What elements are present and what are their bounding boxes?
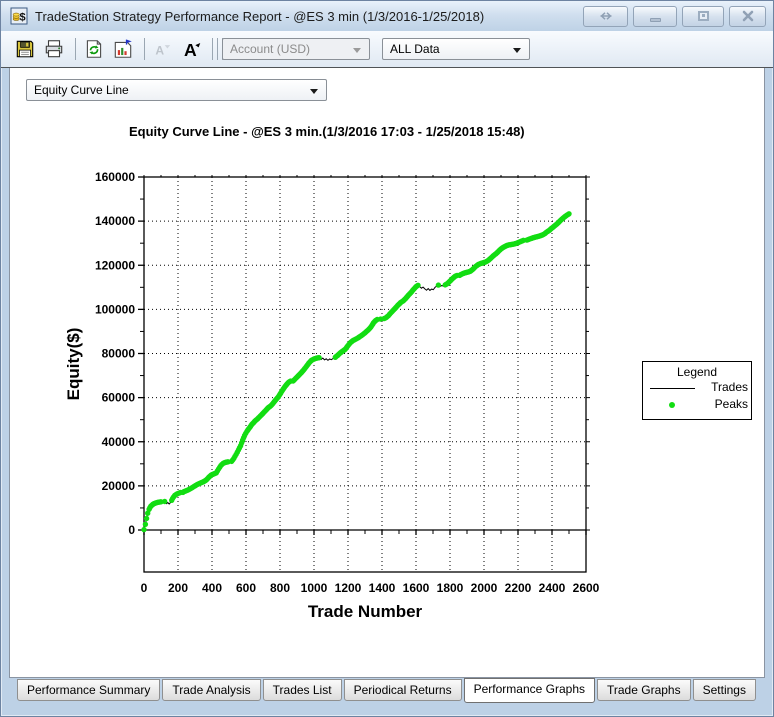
svg-text:2200: 2200 (505, 581, 532, 595)
tradestation-performance-report-window: $ TradeStation Strategy Performance Repo… (0, 0, 774, 717)
titlebar: $ TradeStation Strategy Performance Repo… (1, 1, 773, 31)
tab-settings[interactable]: Settings (693, 679, 756, 701)
svg-text:1400: 1400 (369, 581, 396, 595)
svg-text:200: 200 (168, 581, 188, 595)
svg-text:20000: 20000 (102, 479, 136, 493)
svg-text:40000: 40000 (102, 435, 136, 449)
svg-text:0: 0 (128, 523, 135, 537)
svg-text:2600: 2600 (573, 581, 600, 595)
minimize-button[interactable] (633, 6, 677, 27)
account-dropdown[interactable]: Account (USD) (222, 38, 370, 60)
restore-size-button[interactable] (583, 6, 628, 27)
legend-label-trades: Trades (711, 380, 748, 394)
chevron-down-icon (310, 89, 318, 94)
peaks-dot-swatch (669, 402, 675, 408)
svg-text:1600: 1600 (403, 581, 430, 595)
tab-trade-analysis[interactable]: Trade Analysis (162, 679, 260, 701)
svg-text:60000: 60000 (102, 391, 136, 405)
tab-trades-list[interactable]: Trades List (263, 679, 342, 701)
svg-text:400: 400 (202, 581, 222, 595)
resize-icon (597, 11, 615, 21)
account-dropdown-value: Account (USD) (230, 42, 310, 56)
svg-text:80000: 80000 (102, 347, 136, 361)
graph-type-dropdown[interactable]: Equity Curve Line (26, 79, 327, 101)
y-axis-label: Equity($) (64, 328, 84, 401)
svg-text:0: 0 (141, 581, 148, 595)
svg-text:1000: 1000 (301, 581, 328, 595)
tab-performance-graphs[interactable]: Performance Graphs (464, 678, 595, 703)
toolbar-separator (217, 38, 218, 60)
svg-text:120000: 120000 (95, 258, 135, 272)
font-decrease-icon[interactable]: A (152, 38, 174, 60)
font-increase-icon[interactable]: A (181, 38, 203, 60)
svg-text:160000: 160000 (95, 170, 135, 184)
refresh-icon[interactable] (83, 38, 105, 60)
x-axis-label: Trade Number (308, 602, 422, 622)
toolbar-separator (75, 38, 76, 60)
svg-text:800: 800 (270, 581, 290, 595)
svg-text:100000: 100000 (95, 302, 135, 316)
close-button[interactable] (729, 6, 766, 27)
chevron-down-icon (513, 48, 521, 53)
save-icon[interactable] (14, 38, 36, 60)
tab-periodical-returns[interactable]: Periodical Returns (344, 679, 462, 701)
trades-line-swatch (650, 388, 695, 389)
legend-label-peaks: Peaks (715, 397, 748, 411)
legend-title: Legend (643, 365, 751, 379)
svg-text:2000: 2000 (471, 581, 498, 595)
svg-text:140000: 140000 (95, 214, 135, 228)
performance-graphs-panel: 0 200 400 600 800 1000 1200 1400 1600 1800 2000 220… (9, 68, 765, 678)
legend-row-trades: Trades (643, 379, 751, 396)
minimize-icon (650, 18, 661, 22)
svg-text:600: 600 (236, 581, 256, 595)
report-tabbar: Performance SummaryTrade AnalysisTrades … (9, 679, 765, 704)
svg-text:1800: 1800 (437, 581, 464, 595)
svg-text:2400: 2400 (539, 581, 566, 595)
tradestation-app-icon: $ (10, 7, 28, 25)
maximize-icon (698, 11, 709, 21)
chevron-down-icon (353, 48, 361, 53)
close-icon (742, 10, 754, 22)
svg-text:$: $ (20, 11, 26, 23)
svg-text:A: A (184, 40, 197, 60)
chart-legend: Legend Trades Peaks (642, 361, 752, 420)
tab-performance-summary[interactable]: Performance Summary (17, 679, 160, 701)
print-icon[interactable] (43, 38, 65, 60)
report-export-icon[interactable] (112, 38, 134, 60)
toolbar-separator (144, 38, 145, 60)
chart-title: Equity Curve Line - @ES 3 min.(1/3/2016 … (129, 124, 525, 139)
window-controls (583, 6, 766, 27)
toolbar: A A Account (USD) ALL Data (1, 31, 773, 68)
window-title: TradeStation Strategy Performance Report… (35, 9, 583, 24)
tab-trade-graphs[interactable]: Trade Graphs (597, 679, 691, 701)
svg-text:1200: 1200 (335, 581, 362, 595)
graph-type-dropdown-value: Equity Curve Line (34, 83, 129, 97)
legend-row-peaks: Peaks (643, 396, 751, 413)
maximize-button[interactable] (682, 6, 724, 27)
data-range-dropdown[interactable]: ALL Data (382, 38, 530, 60)
data-range-dropdown-value: ALL Data (390, 42, 440, 56)
toolbar-separator (212, 38, 213, 60)
svg-text:A: A (155, 44, 164, 58)
